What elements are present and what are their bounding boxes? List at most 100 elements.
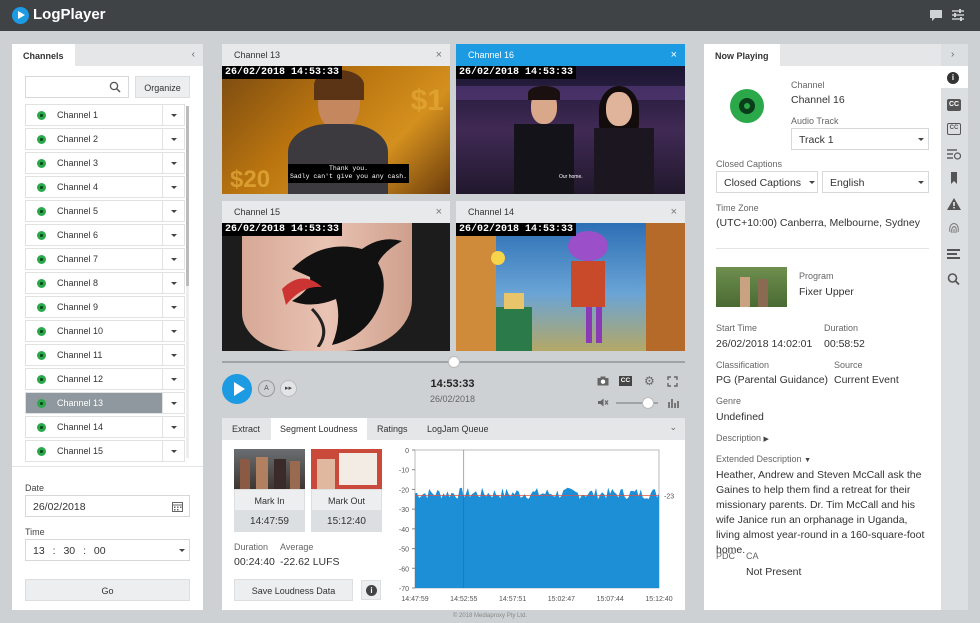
tab-channels[interactable]: Channels	[12, 44, 75, 67]
video-channel-15[interactable]: 26/02/2018 14:53:33	[222, 223, 450, 351]
bookmark-icon[interactable]	[947, 172, 961, 184]
channel-options-dropdown[interactable]	[162, 201, 184, 221]
channel-row[interactable]: Channel 13	[25, 392, 185, 414]
video-channel-14[interactable]: 26/02/2018 14:53:33	[456, 223, 685, 351]
channel-options-dropdown[interactable]	[162, 417, 184, 437]
channel-row[interactable]: Channel 2	[25, 128, 185, 150]
close-icon[interactable]: ×	[671, 206, 677, 218]
audio-track-label: Audio Track	[791, 116, 839, 126]
channel-scrollbar[interactable]	[186, 106, 189, 458]
channel-row[interactable]: Channel 12	[25, 368, 185, 390]
closed-captions-label: Closed Captions	[716, 159, 783, 169]
tab-ratings[interactable]: Ratings	[367, 418, 418, 440]
audio-track-select[interactable]: Track 1	[791, 128, 929, 150]
time-minutes[interactable]: 30	[63, 545, 75, 557]
channel-options-dropdown[interactable]	[162, 273, 184, 293]
mute-speaker-icon[interactable]	[597, 397, 609, 408]
tab-segment-loudness[interactable]: Segment Loudness	[271, 418, 367, 441]
channel-options-dropdown[interactable]	[162, 105, 184, 125]
caption-search-icon[interactable]: CC	[947, 123, 961, 135]
calendar-icon[interactable]	[172, 501, 183, 512]
channel-options-dropdown[interactable]	[162, 297, 184, 317]
collapse-panel-icon[interactable]: ⌄	[669, 422, 677, 433]
channel-options-dropdown[interactable]	[162, 225, 184, 245]
channel-options-dropdown[interactable]	[162, 345, 184, 365]
date-input[interactable]: 26/02/2018	[25, 495, 190, 517]
list-icon[interactable]	[947, 248, 961, 260]
tab-extract[interactable]: Extract	[222, 418, 270, 440]
extended-description-toggle[interactable]: Extended Description ▼	[716, 454, 811, 464]
loudness-area	[415, 487, 659, 588]
volume-handle[interactable]	[641, 397, 654, 409]
seek-handle[interactable]	[447, 356, 460, 368]
time-hours[interactable]: 13	[33, 545, 45, 557]
channel-options-dropdown[interactable]	[162, 153, 184, 173]
channel-row[interactable]: Channel 15	[25, 440, 185, 462]
time-dropdown-icon[interactable]	[171, 540, 185, 560]
mark-out-button[interactable]: Mark Out	[311, 489, 382, 511]
go-button[interactable]: Go	[25, 579, 190, 601]
skip-back-icon[interactable]: A	[258, 380, 275, 397]
close-icon[interactable]: ×	[436, 206, 442, 218]
chevron-down-icon	[801, 172, 815, 192]
video-channel-13[interactable]: $20 $1 Thank you. Sadly can't give you an…	[222, 66, 450, 194]
channel-row[interactable]: Channel 3	[25, 152, 185, 174]
warning-icon[interactable]	[947, 198, 961, 210]
video-header-channel-14[interactable]: Channel 14 ×	[456, 201, 685, 223]
video-channel-16[interactable]: Our home. 26/02/2018 14:53:33	[456, 66, 685, 194]
search-icon[interactable]	[947, 273, 961, 285]
channel-row[interactable]: Channel 7	[25, 248, 185, 270]
caption-language-select[interactable]: English	[822, 171, 929, 193]
time-seconds[interactable]: 00	[94, 545, 106, 557]
snapshot-camera-icon[interactable]	[597, 376, 609, 386]
settings-sliders-icon[interactable]	[951, 8, 965, 22]
mark-in-button[interactable]: Mark In	[234, 489, 305, 511]
closed-captions-select[interactable]: Closed Captions	[716, 171, 818, 193]
channel-options-dropdown[interactable]	[162, 441, 184, 461]
settings-gear-icon[interactable]: ⚙	[644, 374, 655, 388]
description-toggle[interactable]: Description ▶	[716, 433, 769, 443]
collapse-left-icon[interactable]: ‹	[192, 49, 195, 60]
video-header-channel-16[interactable]: Channel 16 ×	[456, 44, 685, 66]
tab-now-playing[interactable]: Now Playing	[704, 44, 780, 67]
organize-button[interactable]: Organize	[135, 76, 190, 98]
info-icon[interactable]: i	[947, 72, 959, 84]
channel-row[interactable]: Channel 6	[25, 224, 185, 246]
x-tick-label: 15:12:40	[645, 596, 672, 603]
closed-captions-toggle[interactable]: CC	[619, 376, 632, 386]
info-button[interactable]: i	[361, 580, 381, 600]
expand-right-icon[interactable]: ›	[951, 49, 954, 60]
save-loudness-data-button[interactable]: Save Loudness Data	[234, 579, 353, 601]
audio-meter-icon[interactable]	[668, 398, 679, 408]
chat-icon[interactable]	[929, 8, 943, 22]
closed-captions-icon[interactable]: CC	[947, 99, 961, 111]
time-input[interactable]: 13 : 30 : 00	[25, 539, 190, 561]
channel-row[interactable]: Channel 1	[25, 104, 185, 126]
channel-row[interactable]: Channel 9	[25, 296, 185, 318]
channel-search-input[interactable]	[25, 76, 129, 98]
fingerprint-icon[interactable]	[947, 222, 961, 234]
channel-row[interactable]: Channel 8	[25, 272, 185, 294]
channel-options-dropdown[interactable]	[162, 177, 184, 197]
close-icon[interactable]: ×	[436, 49, 442, 61]
channel-row[interactable]: Channel 5	[25, 200, 185, 222]
channel-row[interactable]: Channel 10	[25, 320, 185, 342]
channel-row[interactable]: Channel 14	[25, 416, 185, 438]
tab-logjam-queue[interactable]: LogJam Queue	[417, 418, 499, 440]
channel-options-dropdown[interactable]	[162, 249, 184, 269]
channel-options-dropdown[interactable]	[162, 393, 184, 413]
fullscreen-icon[interactable]	[667, 376, 678, 387]
channel-row[interactable]: Channel 11	[25, 344, 185, 366]
video-header-channel-13[interactable]: Channel 13 ×	[222, 44, 450, 66]
channel-status-icon	[37, 111, 46, 120]
video-header-channel-15[interactable]: Channel 15 ×	[222, 201, 450, 223]
close-icon[interactable]: ×	[671, 49, 677, 61]
playlist-timer-icon[interactable]	[947, 148, 961, 160]
closed-caption: Thank you. Sadly can't give you any cash.	[288, 164, 410, 183]
channel-options-dropdown[interactable]	[162, 129, 184, 149]
fast-forward-icon[interactable]: ▸▸	[280, 380, 297, 397]
channel-row[interactable]: Channel 4	[25, 176, 185, 198]
channel-options-dropdown[interactable]	[162, 321, 184, 341]
play-button[interactable]	[222, 374, 252, 404]
channel-options-dropdown[interactable]	[162, 369, 184, 389]
